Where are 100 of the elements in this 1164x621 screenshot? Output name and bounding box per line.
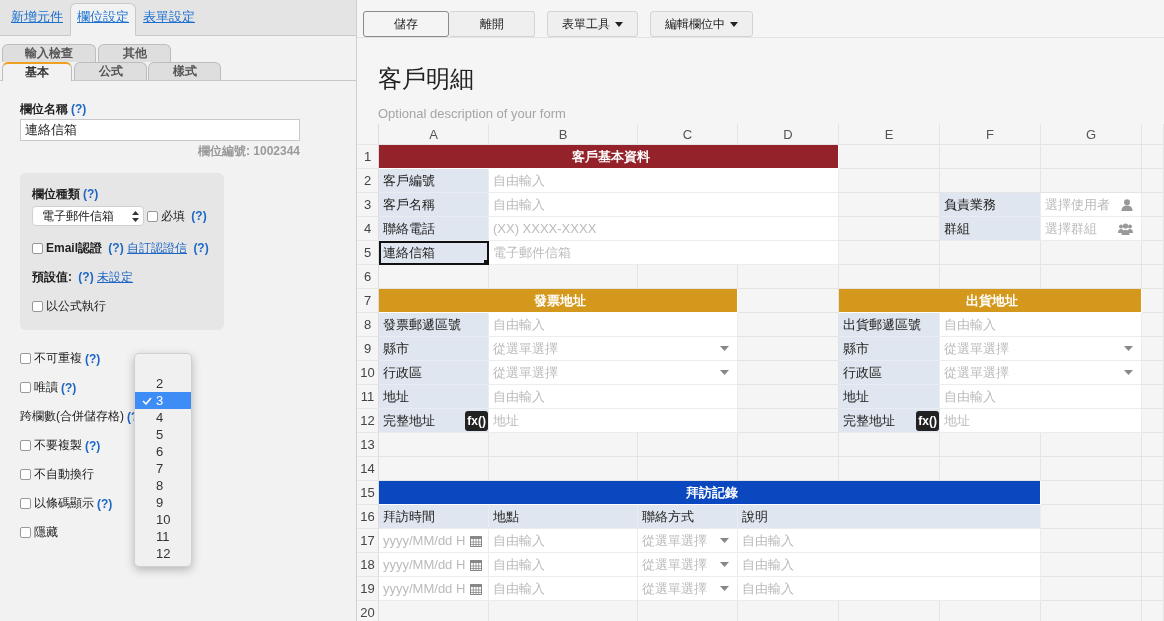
link[interactable]: 未設定 bbox=[97, 268, 133, 286]
tab[interactable]: 樣式 bbox=[148, 62, 221, 80]
checkbox[interactable] bbox=[20, 469, 31, 480]
row-number[interactable]: 20 bbox=[357, 601, 379, 621]
formula-badge: fx() bbox=[916, 410, 939, 431]
dropdown-option[interactable]: 7 bbox=[135, 460, 191, 477]
tab[interactable]: 表單設定 bbox=[136, 3, 202, 36]
tab[interactable]: 輸入檢查 bbox=[2, 44, 96, 62]
help-link[interactable]: (?) bbox=[85, 438, 101, 453]
person-icon bbox=[1121, 198, 1133, 211]
section-header: 客戶基本資料 bbox=[379, 145, 839, 169]
column-label-cell: 地點 bbox=[489, 505, 638, 529]
link[interactable]: 自訂認證信 bbox=[127, 239, 188, 257]
field-label-cell: 行政區 bbox=[839, 361, 940, 385]
dropdown-option[interactable]: 11 bbox=[135, 528, 191, 545]
help-link[interactable]: (?) bbox=[71, 102, 87, 116]
field-label: 完整地址 bbox=[843, 411, 895, 430]
people-icon bbox=[1118, 222, 1133, 235]
column-header[interactable]: F bbox=[940, 124, 1041, 145]
checkbox[interactable] bbox=[20, 527, 31, 538]
checkbox[interactable] bbox=[32, 300, 43, 312]
help-link[interactable]: (?) bbox=[191, 209, 207, 223]
column-header[interactable]: G bbox=[1041, 124, 1142, 145]
dropdown-option[interactable]: 10 bbox=[135, 511, 191, 528]
checkbox[interactable] bbox=[20, 498, 31, 509]
field-label: 欄位種類 bbox=[32, 185, 80, 203]
column-label-cell: 拜訪時間 bbox=[379, 505, 489, 529]
calendar-icon bbox=[470, 582, 482, 595]
corner-cell bbox=[357, 124, 379, 145]
field-label-cell: 客戶編號 bbox=[379, 169, 489, 193]
field-id-text: 欄位編號: 1002344 bbox=[197, 144, 300, 158]
form-title: 客戶明細 bbox=[378, 64, 475, 94]
text-field[interactable]: 連絡信箱 bbox=[20, 119, 300, 141]
help-link[interactable]: (?) bbox=[85, 351, 101, 366]
caret-icon bbox=[720, 586, 729, 591]
checkbox-label: 隱藏 bbox=[34, 524, 58, 541]
field-label-cell: 出貨郵遞區號 bbox=[839, 313, 940, 337]
help-link[interactable]: (?) bbox=[61, 380, 77, 395]
empty-cell bbox=[1142, 217, 1164, 241]
tab[interactable]: 基本 bbox=[2, 62, 72, 81]
toolbar-button[interactable]: 表單工具 bbox=[547, 11, 638, 37]
empty-cell bbox=[1142, 433, 1164, 457]
empty-cell bbox=[1142, 169, 1164, 193]
section-header: 拜訪記錄 bbox=[379, 481, 1041, 505]
caret-icon bbox=[1124, 346, 1133, 351]
column-label-cell: 聯絡方式 bbox=[638, 505, 738, 529]
tab[interactable]: 其他 bbox=[98, 44, 171, 62]
field-label-cell: 地址 bbox=[839, 385, 940, 409]
caret-icon bbox=[720, 538, 729, 543]
dropdown-option[interactable]: 3 bbox=[135, 392, 191, 409]
caret-icon bbox=[730, 21, 738, 27]
tab[interactable]: 欄位設定 bbox=[70, 3, 136, 36]
dropdown-option[interactable]: 4 bbox=[135, 409, 191, 426]
calendar-icon bbox=[470, 534, 482, 547]
caret-icon bbox=[615, 21, 623, 27]
caret-icon bbox=[720, 370, 729, 375]
tab[interactable]: 公式 bbox=[74, 62, 147, 80]
field-label-cell: 客戶名稱 bbox=[379, 193, 489, 217]
checkbox-label: 必填 bbox=[161, 207, 185, 225]
row-number[interactable]: 14 bbox=[357, 457, 379, 481]
checkbox[interactable] bbox=[20, 382, 31, 393]
form-description: Optional description of your form bbox=[378, 105, 567, 123]
help-link[interactable]: (?) bbox=[97, 496, 113, 511]
toolbar-button[interactable]: 離開 bbox=[449, 11, 535, 37]
field-label-cell: 負責業務 bbox=[940, 193, 1041, 217]
column-header[interactable]: E bbox=[839, 124, 940, 145]
toolbar-button[interactable]: 編輯欄位中 bbox=[650, 11, 753, 37]
field-label-cell: 縣市 bbox=[379, 337, 489, 361]
empty-cell bbox=[1142, 337, 1164, 361]
row-number[interactable]: 6 bbox=[357, 265, 379, 289]
dropdown-option[interactable]: 6 bbox=[135, 443, 191, 460]
field-label-cell: 行政區 bbox=[379, 361, 489, 385]
caret-icon bbox=[720, 562, 729, 567]
checkbox[interactable] bbox=[147, 210, 158, 222]
help-link[interactable]: (?) bbox=[78, 270, 94, 284]
checkbox-label: 唯讀 bbox=[34, 379, 58, 396]
checkbox[interactable] bbox=[32, 242, 43, 254]
dropdown-option[interactable]: 5 bbox=[135, 426, 191, 443]
row-number[interactable]: 13 bbox=[357, 433, 379, 457]
toolbar-button[interactable]: 儲存 bbox=[363, 11, 449, 37]
checkbox[interactable] bbox=[20, 440, 31, 451]
tab[interactable]: 新增元件 bbox=[4, 3, 70, 36]
caret-icon bbox=[720, 346, 729, 351]
checkbox-label: 以條碼顯示 bbox=[34, 495, 94, 512]
help-link[interactable]: (?) bbox=[193, 241, 209, 255]
checkbox[interactable] bbox=[20, 353, 31, 364]
checkbox-label: 不自動換行 bbox=[34, 466, 94, 483]
field-label-cell: 連絡信箱 bbox=[379, 241, 489, 265]
field-label: 跨欄數(合併儲存格) bbox=[20, 408, 124, 425]
dropdown-option[interactable]: 12 bbox=[135, 545, 191, 562]
field-label-cell: 發票郵遞區號 bbox=[379, 313, 489, 337]
empty-cell bbox=[1142, 313, 1164, 337]
dropdown-option[interactable]: 9 bbox=[135, 494, 191, 511]
dropdown-option[interactable]: 2 bbox=[135, 375, 191, 392]
help-link[interactable]: (?) bbox=[83, 187, 99, 201]
select-field[interactable]: 電子郵件信箱 bbox=[32, 206, 144, 226]
dropdown-option[interactable]: 8 bbox=[135, 477, 191, 494]
help-link[interactable]: (?) bbox=[108, 241, 124, 255]
checkbox-label: 不可重複 bbox=[34, 350, 82, 367]
field-label-cell: 群組 bbox=[940, 217, 1041, 241]
